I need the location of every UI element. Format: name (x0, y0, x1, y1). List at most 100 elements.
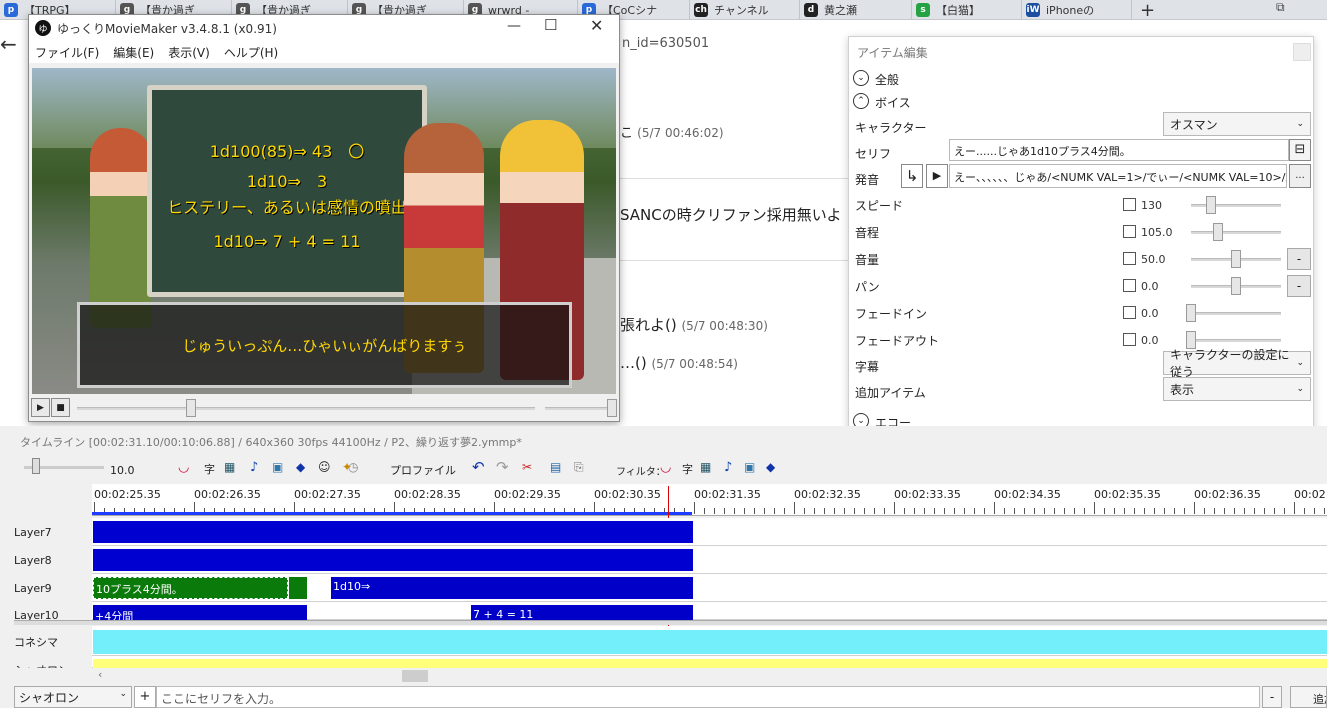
zoom-thumb[interactable] (32, 458, 40, 474)
chevron-up-icon[interactable]: ⌃ (853, 93, 869, 109)
horizontal-scrollbar[interactable]: ‹ (92, 668, 1327, 684)
audio-icon[interactable]: ♪ (250, 460, 258, 475)
cut-icon[interactable]: ✂ (522, 460, 532, 474)
timeline-clip-green[interactable]: 10プラス4分間。 (93, 577, 288, 599)
param-slider-track[interactable] (1191, 204, 1281, 207)
param-checkbox[interactable] (1123, 252, 1136, 265)
clock-icon[interactable]: ◷ (348, 460, 358, 474)
param-minus-button[interactable]: - (1287, 248, 1311, 270)
browser-tab[interactable]: iW iPhoneの (1022, 0, 1132, 20)
return-arrow-icon[interactable]: ↳ (901, 164, 923, 188)
param-slider-thumb[interactable] (1186, 304, 1196, 322)
window-minimize-icon[interactable]: ⧉ (1276, 0, 1292, 16)
layer-name[interactable]: Layer8 (14, 554, 52, 567)
timeline-clip-blue[interactable]: 1d10⇒ (331, 577, 693, 599)
maximize-icon[interactable]: ☐ (544, 16, 557, 34)
browser-tab[interactable]: s 【白猫】 (912, 0, 1022, 20)
extra-item-select[interactable]: 表示 ⌄ (1163, 377, 1311, 401)
volume-track[interactable] (545, 407, 611, 410)
pronunciation-field[interactable]: えー、、、、、、じゃあ/<NUMK VAL=1>/でぃー/<NUMK VAL=1… (949, 164, 1287, 188)
play-voice-icon[interactable]: ▶ (926, 164, 948, 188)
mouth-icon[interactable]: ◡ (178, 460, 189, 475)
layer-name[interactable]: Layer7 (14, 526, 52, 539)
item-edit-close-button[interactable] (1293, 43, 1311, 61)
chevron-down-icon[interactable]: ⌄ (853, 70, 869, 86)
character-icon[interactable]: ☺ (318, 460, 331, 474)
timeline-clip[interactable] (93, 549, 693, 571)
menu-item[interactable]: ヘルプ(H) (224, 44, 278, 61)
param-slider-track[interactable] (1191, 339, 1281, 342)
undo-icon[interactable]: ↶ (472, 458, 485, 476)
param-slider-thumb[interactable] (1213, 223, 1223, 241)
copy-icon[interactable]: ⎘ (574, 460, 584, 475)
serif-field[interactable]: えー......じゃあ1d10プラス4分間。 (949, 139, 1289, 161)
text-icon[interactable]: 字 (204, 461, 215, 477)
image-icon[interactable]: ▣ (272, 460, 283, 474)
time-ruler[interactable]: 00:02:25.35 00:02:26.35 00:02:27.35 00:02:2… (92, 484, 1327, 516)
minimize-icon[interactable]: — (507, 18, 521, 34)
url-fragment[interactable]: n_id=630501 (622, 36, 709, 51)
character-name[interactable]: シャオロン (14, 662, 69, 668)
section-voice[interactable]: ボイス (875, 94, 911, 111)
subtitle-select[interactable]: キャラクターの設定に従う ⌄ (1163, 348, 1311, 379)
filter-mouth-icon[interactable]: ◡ (660, 460, 671, 475)
close-icon[interactable]: ✕ (590, 16, 603, 35)
speaker-select[interactable]: シャオロン ⌄ (14, 686, 132, 708)
profile-button[interactable]: プロファイル (390, 462, 456, 478)
filter-audio-icon[interactable]: ♪ (724, 460, 732, 475)
layer-name[interactable]: Layer10 (14, 609, 59, 620)
save-icon[interactable]: ▤ (550, 460, 561, 474)
stop-button[interactable]: ■ (51, 398, 70, 417)
timeline-clip[interactable]: +4分間 (93, 605, 307, 620)
back-arrow-icon[interactable]: ← (0, 32, 17, 56)
serif-input[interactable]: ここにセリフを入力。 (156, 686, 1260, 708)
pronunciation-more-button[interactable]: ... (1289, 164, 1311, 188)
seek-thumb[interactable] (186, 399, 196, 417)
param-checkbox[interactable] (1123, 306, 1136, 319)
param-checkbox[interactable] (1123, 279, 1136, 292)
redo-icon[interactable]: ↷ (496, 458, 509, 476)
browser-tab[interactable]: ch チャンネル (690, 0, 800, 20)
filter-image-icon[interactable]: ▣ (744, 460, 755, 474)
shape-icon[interactable]: ◆ (296, 460, 305, 474)
menu-item[interactable]: ファイル(F) (35, 44, 99, 61)
browser-tab[interactable]: d 黄之瀬 (800, 0, 912, 20)
param-slider-thumb[interactable] (1231, 277, 1241, 295)
volume-thumb[interactable] (607, 399, 617, 417)
param-checkbox[interactable] (1123, 225, 1136, 238)
seek-track[interactable] (77, 407, 535, 410)
param-checkbox[interactable] (1123, 198, 1136, 211)
menu-item[interactable]: 表示(V) (168, 44, 210, 61)
filter-video-icon[interactable]: ▦ (700, 460, 711, 474)
param-checkbox[interactable] (1123, 333, 1136, 346)
param-slider-thumb[interactable] (1206, 196, 1216, 214)
add-serif-button[interactable]: 追加 (1290, 686, 1327, 708)
param-slider-track[interactable] (1191, 231, 1281, 234)
remove-button[interactable]: - (1262, 686, 1282, 708)
character-name[interactable]: コネシマ (14, 634, 58, 650)
timeline-clip-green-end[interactable] (289, 577, 307, 599)
new-tab-button[interactable]: + (1140, 0, 1164, 20)
video-icon[interactable]: ▦ (224, 460, 235, 474)
section-general[interactable]: 全般 (875, 71, 899, 88)
param-slider-thumb[interactable] (1231, 250, 1241, 268)
character-track-clip[interactable] (93, 659, 1327, 668)
play-button[interactable]: ▶ (31, 398, 50, 417)
add-character-button[interactable]: + (134, 686, 156, 708)
character-track-clip[interactable] (93, 630, 1327, 654)
param-minus-button[interactable]: - (1287, 275, 1311, 297)
dictionary-icon[interactable]: ⊟ (1289, 139, 1311, 161)
character-label: キャラクター (855, 121, 927, 135)
character-select[interactable]: オスマン ⌄ (1163, 112, 1311, 136)
filter-text-icon[interactable]: 字 (682, 461, 693, 477)
menu-item[interactable]: 編集(E) (113, 44, 154, 61)
filter-shape-icon[interactable]: ◆ (766, 460, 775, 474)
layer-name[interactable]: Layer9 (14, 582, 52, 595)
splitter[interactable] (14, 620, 1327, 625)
scroll-left-icon[interactable]: ‹ (98, 668, 102, 681)
timeline-clip[interactable] (93, 521, 693, 543)
param-slider-track[interactable] (1191, 312, 1281, 315)
ruler-tick-mark (1154, 508, 1155, 514)
scroll-thumb[interactable] (402, 670, 428, 682)
timeline-clip[interactable]: 7 + 4 = 11 (471, 605, 693, 620)
